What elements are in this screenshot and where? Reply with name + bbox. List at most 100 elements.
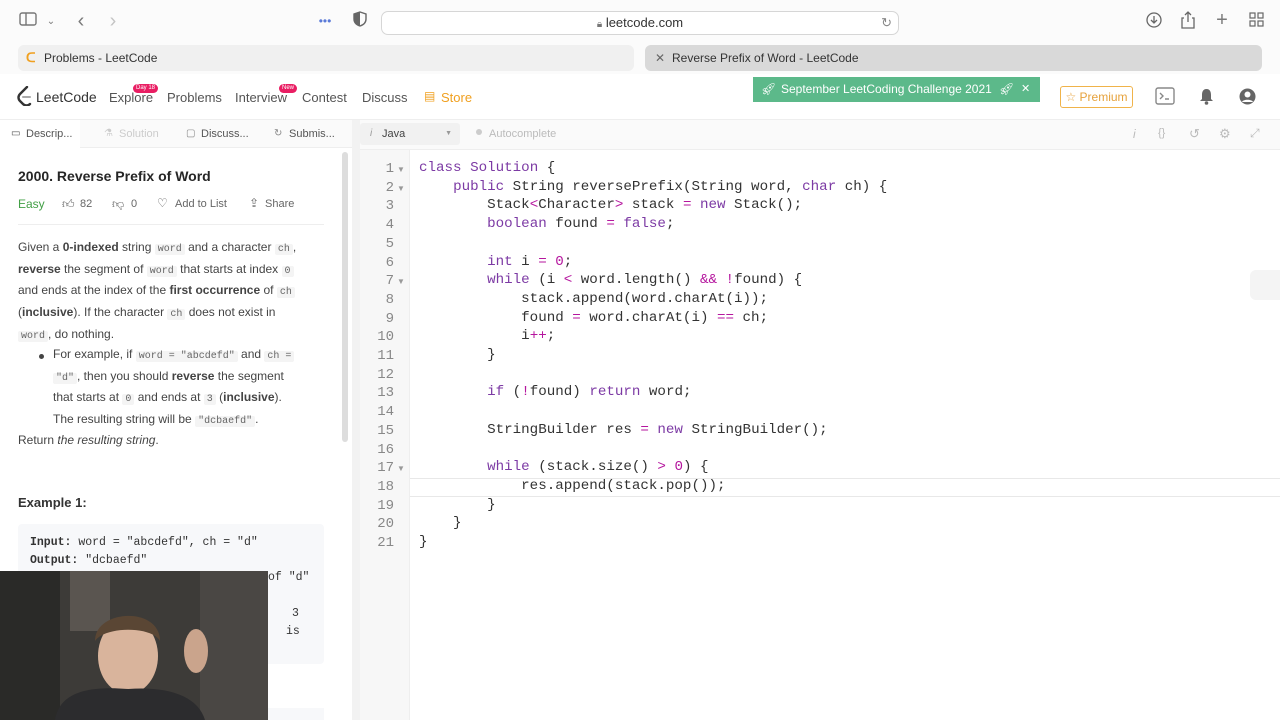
- share-icon: ⇪: [249, 196, 260, 210]
- solution-icon: ⚗: [104, 128, 113, 139]
- description-paragraph: Given a 0-indexed string word and a char…: [18, 238, 330, 347]
- autocomplete-toggle[interactable]: Autocomplete: [489, 128, 556, 140]
- fold-arrow-icon[interactable]: ▼: [397, 277, 405, 286]
- add-to-list-button[interactable]: Add to List: [175, 198, 227, 210]
- code-line: }: [419, 496, 496, 513]
- braces-icon[interactable]: {}: [1158, 127, 1165, 139]
- reload-icon[interactable]: ↻: [881, 12, 892, 34]
- close-icon[interactable]: ✕: [1021, 77, 1030, 102]
- info-icon[interactable]: i: [1133, 127, 1136, 141]
- code-line: found = word.charAt(i) == ch;: [419, 309, 769, 326]
- code-line: boolean found = false;: [487, 216, 675, 233]
- settings-icon[interactable]: ⚙: [1219, 126, 1231, 142]
- description-scrollbar[interactable]: [342, 152, 348, 442]
- line-number: 16: [377, 441, 394, 458]
- bullet-line: that starts at 0 and ends at 3 (inclusiv…: [53, 390, 282, 406]
- line-number: 21: [377, 535, 394, 551]
- bell-icon[interactable]: [1199, 88, 1214, 110]
- tab-description-label: Descrip...: [26, 128, 73, 140]
- new-tab-icon[interactable]: +: [1212, 10, 1232, 30]
- desc-line: (inclusive). If the character ch does no…: [18, 305, 276, 321]
- fold-arrow-icon[interactable]: ▼: [397, 184, 405, 193]
- url-text: leetcode.com: [605, 15, 684, 30]
- forward-icon[interactable]: ›: [104, 11, 122, 31]
- store-icon: ▤: [424, 89, 436, 103]
- lock-icon: 🔒︎: [596, 19, 603, 30]
- code-line: while (stack.size() > 0) {: [487, 459, 709, 476]
- bullet-dot-icon: [39, 354, 44, 359]
- line-number: 5: [385, 235, 394, 252]
- line-number: 15: [377, 422, 394, 439]
- problem-subtabs: ▭ Descrip... ⚗ Solution ▢ Discuss... ↻ S…: [0, 120, 352, 148]
- code-line: StringBuilder res = new StringBuilder();: [419, 421, 828, 438]
- premium-label: Premium: [1079, 90, 1128, 104]
- divider: [18, 224, 324, 225]
- panel-divider[interactable]: [352, 120, 360, 720]
- nav-contest[interactable]: Contest: [302, 90, 347, 105]
- browser-tabs: ᑕ Problems - LeetCode ✕ Reverse Prefix o…: [0, 44, 1280, 74]
- problem-title: 2000. Reverse Prefix of Word: [18, 168, 211, 184]
- tab-reverse-prefix[interactable]: ✕ Reverse Prefix of Word - LeetCode: [645, 45, 1262, 71]
- tab-description[interactable]: ▭ Descrip...: [0, 120, 80, 148]
- thumbs-down-icon[interactable]: 👎︎: [112, 197, 124, 212]
- desc-line: and ends at the index of the first occur…: [18, 281, 330, 303]
- avatar[interactable]: [1239, 88, 1256, 110]
- back-icon[interactable]: ‹: [72, 11, 90, 31]
- rocket-icon: 🚀︎: [999, 82, 1015, 96]
- rocket-icon: 🚀︎: [761, 82, 777, 96]
- thumbs-up-icon[interactable]: 👍︎: [62, 197, 75, 212]
- leetcode-favicon-icon: ᑕ: [26, 50, 36, 65]
- nav-problems[interactable]: Problems: [167, 90, 222, 105]
- panel-resize-handle[interactable]: [1250, 270, 1280, 300]
- reset-icon[interactable]: ↺: [1189, 126, 1200, 142]
- playground-icon[interactable]: [1155, 87, 1175, 110]
- extensions-icon[interactable]: •••: [314, 11, 336, 31]
- difficulty-badge: Easy: [18, 197, 45, 211]
- line-number: 17: [377, 460, 394, 477]
- challenge-banner[interactable]: 🚀︎ September LeetCoding Challenge 2021 🚀…: [753, 77, 1040, 102]
- heart-icon: ♡: [157, 196, 168, 210]
- fullscreen-icon[interactable]: ⤢: [1250, 126, 1260, 141]
- fold-arrow-icon[interactable]: ▼: [397, 165, 405, 174]
- example-partial: is: [286, 625, 300, 638]
- code-line: if (!found) return word;: [487, 384, 692, 401]
- nav-store[interactable]: Store: [441, 90, 472, 105]
- chevron-down-icon[interactable]: ⌄: [44, 12, 58, 32]
- sidebar-icon[interactable]: [18, 12, 38, 32]
- tab-problems[interactable]: ᑕ Problems - LeetCode: [18, 45, 634, 71]
- tab-overview-icon[interactable]: [1246, 12, 1266, 33]
- example-partial: of "d": [268, 571, 310, 584]
- shield-icon[interactable]: [350, 11, 370, 33]
- language-select[interactable]: i Java ▼: [360, 123, 460, 145]
- share-button[interactable]: Share: [265, 198, 294, 210]
- bullet-line: The resulting string will be "dcbaefd".: [53, 412, 259, 428]
- explore-badge: Day 18: [133, 84, 159, 93]
- tab-title: Problems - LeetCode: [44, 51, 158, 65]
- leetcode-navbar: LeetCode Explore Day 18 Problems Intervi…: [0, 74, 1280, 120]
- nav-interview[interactable]: Interview: [235, 90, 287, 105]
- close-icon[interactable]: ✕: [655, 45, 665, 71]
- line-number: 13: [377, 385, 394, 402]
- download-icon[interactable]: [1144, 12, 1164, 34]
- code-line: Stack<Character> stack = new Stack();: [419, 197, 803, 214]
- example-title: Example 1:: [18, 495, 87, 510]
- submissions-icon: ↻: [274, 128, 283, 139]
- nav-discuss[interactable]: Discuss: [362, 90, 408, 105]
- line-number: 19: [377, 497, 394, 514]
- line-number: 6: [385, 254, 394, 271]
- share-icon[interactable]: [1178, 11, 1198, 35]
- example-output: Output: "dcbaefd": [30, 554, 148, 567]
- line-number: 2: [385, 179, 394, 196]
- url-bar[interactable]: 🔒︎ leetcode.com ↻: [381, 11, 899, 35]
- code-editor[interactable]: 1 ▼ 2 ▼ 3 4 5 6 7 ▼ 8 9 10 11 12 13 14 15 16 17 ▼ 18 19 20 21 cl…: [360, 150, 1280, 720]
- banner-text: September LeetCoding Challenge 2021: [781, 82, 992, 96]
- bullet-line: "d", then you should reverse the segment: [53, 367, 333, 389]
- code-line: public String reversePrefix(String word,…: [453, 178, 888, 195]
- code-line: int i = 0;: [487, 253, 573, 270]
- line-number: 1: [385, 161, 394, 177]
- premium-button[interactable]: ☆ Premium: [1060, 86, 1133, 108]
- desc-line: word, do nothing.: [18, 325, 330, 347]
- dislikes-count: 0: [131, 198, 138, 210]
- fold-arrow-icon[interactable]: ▼: [397, 464, 405, 473]
- line-number: 14: [377, 404, 394, 421]
